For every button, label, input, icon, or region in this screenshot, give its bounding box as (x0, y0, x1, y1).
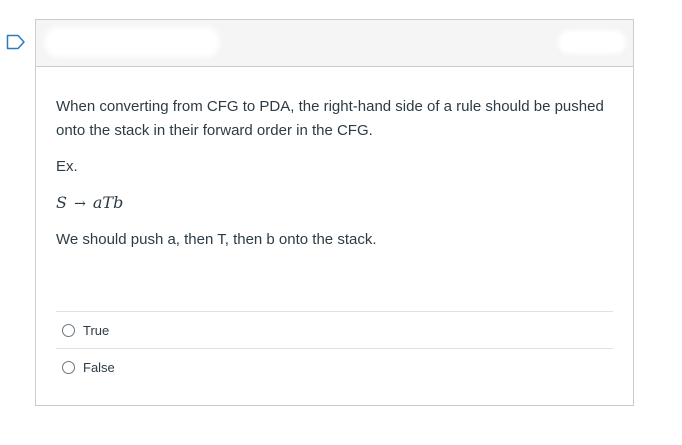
grammar-rule: S → aTb (56, 191, 613, 216)
question-card: When converting from CFG to PDA, the rig… (35, 19, 634, 406)
radio-button[interactable] (62, 323, 75, 337)
redacted-question-title (48, 31, 216, 53)
question-header (36, 20, 633, 67)
radio-button[interactable] (62, 361, 75, 374)
rule-arrow: → (74, 196, 86, 212)
answer-label: True (83, 322, 110, 338)
rule-rhs: aTb (92, 193, 124, 212)
redacted-question-points (561, 33, 623, 51)
answer-list: True False (56, 311, 613, 386)
flag-question-icon[interactable] (6, 34, 26, 50)
question-paragraph: We should push a, then T, then b onto th… (56, 231, 377, 248)
rule-lhs: S (56, 193, 67, 212)
question-paragraph: When converting from CFG to PDA, the rig… (56, 98, 604, 139)
example-label: Ex. (56, 158, 78, 175)
answer-option-true[interactable]: True (56, 312, 613, 349)
answer-label: False (83, 360, 115, 375)
question-text: When converting from CFG to PDA, the rig… (36, 67, 633, 252)
answer-option-false[interactable]: False (56, 349, 613, 386)
